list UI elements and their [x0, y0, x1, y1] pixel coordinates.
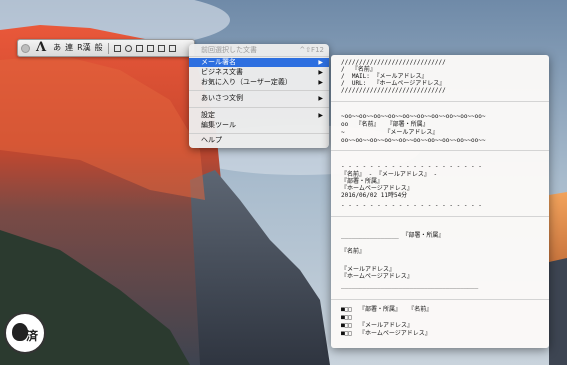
menu-item-settings[interactable]: 設定 ▶ — [189, 111, 329, 120]
submenu-arrow-icon: ▶ — [318, 59, 323, 66]
template-line[interactable]: ■□□ 『メールアドレス』 — [341, 322, 413, 329]
template-line[interactable]: - - - - - - - - - - - - - - - - - - - - — [341, 163, 482, 170]
template-line[interactable]: ~ 『メールアドレス』 — [341, 129, 438, 136]
menu-item-edit-tools[interactable]: 編集ツール — [189, 121, 329, 130]
template-line[interactable]: 『部署・所属』 — [341, 178, 383, 185]
template-line[interactable]: / 『名前』 — [341, 66, 376, 73]
palette-item-general[interactable]: 般 — [95, 41, 103, 55]
submenu-arrow-icon: ▶ — [318, 112, 323, 119]
menu-item-business-documents[interactable]: ビジネス文書 ▶ — [189, 68, 329, 77]
palette-item-romaji-kanji[interactable]: R漢 — [77, 41, 91, 55]
document-icon[interactable] — [135, 44, 143, 52]
submenu-arrow-icon: ▶ — [318, 95, 323, 102]
submenu-arrow-icon: ▶ — [318, 69, 323, 76]
tested-sticker: 済 — [4, 312, 46, 354]
template-separator — [331, 216, 549, 217]
template-line[interactable]: ///////////////////////////// — [341, 59, 446, 66]
dictionary-icon[interactable] — [113, 44, 121, 52]
template-line[interactable]: 『名前』 — [341, 248, 365, 255]
template-line[interactable]: ■□□ 『部署・所属』 『名前』 — [341, 306, 432, 313]
help-icon[interactable] — [124, 44, 132, 52]
template-line[interactable]: oo~~oo~~oo~~oo~~oo~~oo~~oo~~oo~~oo~~oo~~ — [341, 137, 486, 144]
template-line[interactable]: - - - - - - - - - - - - - - - - - - - - — [341, 202, 482, 209]
menu-item-greetings[interactable]: あいさつ文例 ▶ — [189, 94, 329, 103]
palette-divider — [107, 42, 109, 54]
menu-separator — [189, 90, 329, 91]
template-icon[interactable] — [157, 44, 165, 52]
menu-item-favorites[interactable]: お気に入り（ユーザー定義） ▶ — [189, 78, 329, 87]
template-line[interactable]: oo 『名前』 『部署・所属』 — [341, 121, 429, 128]
submenu-arrow-icon: ▶ — [318, 79, 323, 86]
template-line[interactable]: ______________________________________ — [341, 282, 478, 289]
menu-item-email-signature[interactable]: メール署名 ▶ — [189, 58, 329, 67]
template-line[interactable]: ________________ 『部署・所属』 — [341, 232, 444, 239]
template-separator — [331, 101, 549, 102]
template-line[interactable]: 『名前』 - 『メールアドレス』 - — [341, 171, 437, 178]
template-line[interactable]: 『メールアドレス』 — [341, 266, 395, 273]
template-line[interactable]: ///////////////////////////// — [341, 87, 446, 94]
app-logo-icon: Λ — [36, 40, 47, 55]
template-separator — [331, 299, 549, 300]
template-line[interactable]: 『ホームページアドレス』 — [341, 273, 413, 280]
tools-icon[interactable] — [168, 44, 176, 52]
palette-item-hiragana[interactable]: あ — [53, 41, 61, 55]
menu-item-recent-document: 前回選択した文書 ^⇧F12 — [201, 46, 324, 54]
menu-item-help[interactable]: ヘルプ — [189, 136, 329, 145]
signature-template-submenu[interactable]: ///////////////////////////// / 『名前』 / M… — [331, 55, 549, 348]
template-line[interactable]: / MAIL: 『メールアドレス』 — [341, 73, 428, 80]
template-line[interactable]: ■□□ 『ホームページアドレス』 — [341, 330, 431, 337]
menu-separator — [189, 133, 329, 134]
palette-close-button[interactable] — [21, 43, 30, 53]
template-line[interactable]: / URL: 『ホームページアドレス』 — [341, 80, 445, 87]
template-menu[interactable]: 前回選択した文書 ^⇧F12 メール署名 ▶ ビジネス文書 ▶ お気に入り（ユー… — [189, 44, 329, 148]
template-line[interactable]: 2016/06/02 11時54分 — [341, 192, 407, 199]
input-method-palette[interactable]: Λ あ 連 R漢 般 — [17, 39, 195, 57]
keyboard-icon[interactable] — [146, 44, 154, 52]
menu-separator — [189, 56, 329, 57]
menu-separator — [189, 107, 329, 108]
template-separator — [331, 150, 549, 151]
palette-item-sequential[interactable]: 連 — [65, 41, 73, 55]
sticker-label: 済 — [26, 329, 39, 343]
template-line[interactable]: 『ホームページアドレス』 — [341, 185, 413, 192]
template-line[interactable]: ~oo~~oo~~oo~~oo~~oo~~oo~~oo~~oo~~oo~~oo~ — [341, 113, 486, 120]
template-line[interactable]: ■□□ — [341, 314, 352, 321]
